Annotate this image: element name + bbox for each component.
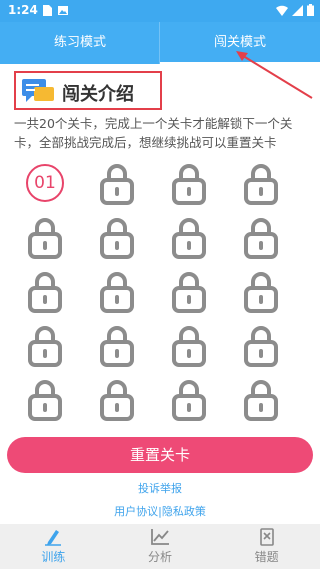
locked-level-9[interactable]	[20, 266, 70, 316]
status-time: 1:24	[8, 3, 38, 17]
nav-label-training: 训练	[41, 550, 66, 564]
report-link[interactable]: 投诉举报	[0, 480, 320, 496]
locked-level-19[interactable]	[164, 374, 214, 424]
locked-level-7[interactable]	[164, 212, 214, 262]
lock-icon	[172, 380, 206, 421]
chart-icon	[151, 529, 169, 545]
level-1-button[interactable]: 01	[20, 158, 70, 208]
battery-icon	[307, 4, 314, 16]
intro-title: 闯关介绍	[62, 84, 134, 105]
tab-practice-mode[interactable]: 练习模式	[0, 22, 160, 64]
intro-description: 一共20个关卡，完成上一个关卡才能解锁下一个关卡，全部挑战完成后，想继续挑战可以…	[14, 116, 293, 150]
locked-level-13[interactable]	[20, 320, 70, 370]
lock-icon	[28, 218, 62, 259]
locked-level-17[interactable]	[20, 374, 70, 424]
wifi-icon	[276, 5, 288, 16]
user-agreement-link[interactable]: 用户协议	[114, 505, 158, 518]
wrong-questions-icon	[259, 528, 274, 546]
lock-icon	[100, 164, 134, 205]
nav-item-analysis[interactable]: 分析	[107, 524, 214, 569]
status-bar: 1:24	[0, 0, 320, 22]
lock-icon	[172, 272, 206, 313]
locked-level-14[interactable]	[92, 320, 142, 370]
lock-icon	[28, 380, 62, 421]
lock-icon	[244, 326, 278, 367]
lock-icon	[244, 218, 278, 259]
lock-icon	[100, 380, 134, 421]
pencil-icon	[45, 530, 62, 546]
locked-level-12[interactable]	[236, 266, 286, 316]
lock-icon	[28, 272, 62, 313]
lock-icon	[172, 164, 206, 205]
intro-header: 闯关介绍	[14, 71, 162, 110]
locked-level-5[interactable]	[20, 212, 70, 262]
signal-icon	[292, 4, 303, 16]
nav-item-wrong-questions[interactable]: 错题	[213, 524, 320, 569]
locked-level-20[interactable]	[236, 374, 286, 424]
locked-level-4[interactable]	[236, 158, 286, 208]
locked-level-16[interactable]	[236, 320, 286, 370]
locked-level-18[interactable]	[92, 374, 142, 424]
locked-level-11[interactable]	[164, 266, 214, 316]
lock-icon	[100, 326, 134, 367]
locked-level-3[interactable]	[164, 158, 214, 208]
mode-tab-bar: 练习模式 闯关模式	[0, 22, 320, 64]
privacy-policy-link[interactable]: 隐私政策	[162, 505, 206, 518]
nav-item-training[interactable]: 训练	[0, 524, 107, 569]
reset-levels-button[interactable]: 重置关卡	[7, 437, 313, 473]
lock-icon	[172, 218, 206, 259]
lock-icon	[244, 164, 278, 205]
locked-level-8[interactable]	[236, 212, 286, 262]
locked-level-6[interactable]	[92, 212, 142, 262]
lock-icon	[244, 380, 278, 421]
chat-bubble-icon	[22, 79, 54, 102]
levels-grid: 01	[20, 158, 310, 428]
policy-links: 用户协议|隐私政策	[0, 503, 320, 519]
lock-icon	[100, 272, 134, 313]
lock-icon	[100, 218, 134, 259]
sim-card-icon	[43, 5, 52, 16]
bottom-navigation: 训练 分析 错题	[0, 524, 320, 569]
nav-label-wrong-questions: 错题	[254, 550, 279, 564]
image-notification-icon	[58, 6, 68, 15]
level-number-badge: 01	[26, 164, 64, 202]
locked-level-10[interactable]	[92, 266, 142, 316]
locked-level-2[interactable]	[92, 158, 142, 208]
lock-icon	[172, 326, 206, 367]
lock-icon	[28, 326, 62, 367]
locked-level-15[interactable]	[164, 320, 214, 370]
nav-label-analysis: 分析	[148, 550, 173, 564]
tab-challenge-mode[interactable]: 闯关模式	[160, 22, 320, 64]
lock-icon	[244, 272, 278, 313]
